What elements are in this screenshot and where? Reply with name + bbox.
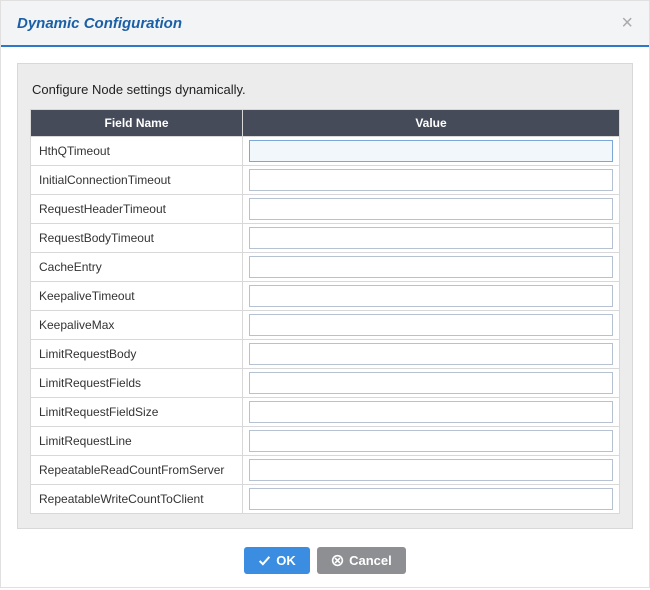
value-input[interactable] (249, 314, 613, 336)
value-input[interactable] (249, 140, 613, 162)
dialog-title: Dynamic Configuration (17, 15, 182, 32)
field-value-cell (243, 282, 620, 311)
table-row: InitialConnectionTimeout (31, 166, 620, 195)
table-row: LimitRequestLine (31, 427, 620, 456)
col-header-value: Value (243, 110, 620, 137)
ok-button[interactable]: OK (244, 547, 310, 574)
table-row: RequestBodyTimeout (31, 224, 620, 253)
value-input[interactable] (249, 169, 613, 191)
value-input[interactable] (249, 459, 613, 481)
col-header-field: Field Name (31, 110, 243, 137)
field-value-cell (243, 224, 620, 253)
cancel-icon (331, 554, 344, 567)
table-row: LimitRequestBody (31, 340, 620, 369)
field-value-cell (243, 253, 620, 282)
field-value-cell (243, 456, 620, 485)
field-value-cell (243, 166, 620, 195)
field-name-cell: LimitRequestBody (31, 340, 243, 369)
field-value-cell (243, 195, 620, 224)
value-input[interactable] (249, 227, 613, 249)
value-input[interactable] (249, 430, 613, 452)
value-input[interactable] (249, 256, 613, 278)
field-name-cell: RequestBodyTimeout (31, 224, 243, 253)
config-table: Field Name Value HthQTimeoutInitialConne… (30, 109, 620, 514)
field-value-cell (243, 398, 620, 427)
close-icon[interactable]: × (621, 13, 633, 33)
field-name-cell: LimitRequestFields (31, 369, 243, 398)
field-value-cell (243, 137, 620, 166)
field-name-cell: RequestHeaderTimeout (31, 195, 243, 224)
field-value-cell (243, 369, 620, 398)
table-row: RepeatableReadCountFromServer (31, 456, 620, 485)
dialog-header: Dynamic Configuration × (1, 1, 649, 47)
inner-panel: Configure Node settings dynamically. Fie… (17, 63, 633, 529)
field-name-cell: RepeatableWriteCountToClient (31, 485, 243, 514)
field-value-cell (243, 485, 620, 514)
value-input[interactable] (249, 285, 613, 307)
field-name-cell: InitialConnectionTimeout (31, 166, 243, 195)
table-row: RepeatableWriteCountToClient (31, 485, 620, 514)
dialog-body: Configure Node settings dynamically. Fie… (1, 47, 649, 590)
field-name-cell: CacheEntry (31, 253, 243, 282)
dialog-footer: OK Cancel (17, 547, 633, 574)
value-input[interactable] (249, 198, 613, 220)
field-value-cell (243, 427, 620, 456)
field-name-cell: LimitRequestLine (31, 427, 243, 456)
value-input[interactable] (249, 372, 613, 394)
table-row: CacheEntry (31, 253, 620, 282)
field-name-cell: RepeatableReadCountFromServer (31, 456, 243, 485)
cancel-button[interactable]: Cancel (317, 547, 406, 574)
field-name-cell: KeepaliveTimeout (31, 282, 243, 311)
instruction-text: Configure Node settings dynamically. (32, 82, 620, 97)
field-value-cell (243, 311, 620, 340)
value-input[interactable] (249, 488, 613, 510)
cancel-button-label: Cancel (349, 553, 392, 568)
field-name-cell: HthQTimeout (31, 137, 243, 166)
ok-button-label: OK (276, 553, 296, 568)
value-input[interactable] (249, 343, 613, 365)
table-row: HthQTimeout (31, 137, 620, 166)
field-name-cell: KeepaliveMax (31, 311, 243, 340)
table-row: KeepaliveTimeout (31, 282, 620, 311)
field-name-cell: LimitRequestFieldSize (31, 398, 243, 427)
table-row: KeepaliveMax (31, 311, 620, 340)
value-input[interactable] (249, 401, 613, 423)
table-row: RequestHeaderTimeout (31, 195, 620, 224)
field-value-cell (243, 340, 620, 369)
table-row: LimitRequestFieldSize (31, 398, 620, 427)
table-row: LimitRequestFields (31, 369, 620, 398)
check-icon (258, 554, 271, 567)
